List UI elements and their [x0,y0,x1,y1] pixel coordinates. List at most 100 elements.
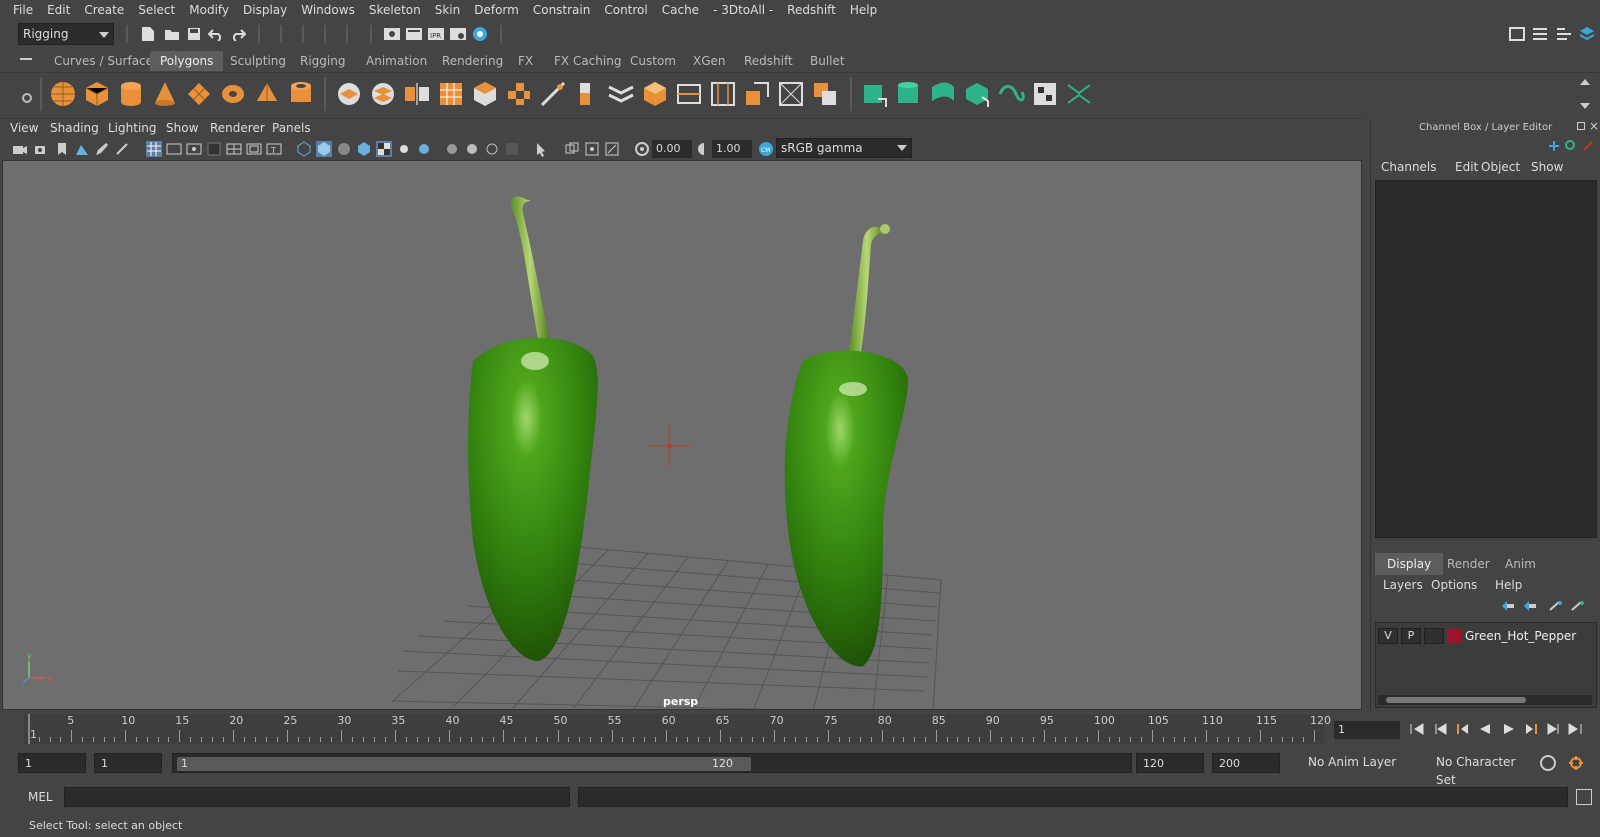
poly-pyramid-icon[interactable] [252,79,282,109]
menu-item[interactable]: Create [77,0,131,21]
smooth-icon[interactable] [436,79,466,109]
menu-item[interactable]: File [6,0,40,21]
uv-planar-icon[interactable] [962,79,992,109]
field-chart-icon[interactable] [226,141,242,157]
color-management-icon[interactable]: CM [758,141,774,157]
tool-settings-toggle-icon[interactable] [1554,24,1574,44]
use-all-lights-icon[interactable] [396,141,412,157]
shelf-settings-gear-icon[interactable] [22,93,32,103]
uv-cylindrical-icon[interactable] [894,79,924,109]
poly-sphere-icon[interactable] [48,79,78,109]
character-set-dropdown[interactable]: No Character Set [1428,753,1532,787]
layer-display-type-toggle[interactable] [1424,628,1444,644]
options-menu[interactable]: Options [1431,578,1477,592]
shelf-tab[interactable]: FX Caching [544,51,631,71]
checker-uv-icon[interactable] [1030,79,1060,109]
gate-mask-icon[interactable] [206,141,222,157]
shelf-tab[interactable]: Sculpting [220,51,296,71]
layers-menu[interactable]: Layers [1383,578,1423,592]
camera-attributes-icon[interactable] [34,141,50,157]
viewport-menu-item[interactable]: View [10,121,38,135]
channel-box-settings-icon[interactable] [1549,140,1559,151]
menu-item[interactable]: Help [843,0,884,21]
shelf-menu-icon[interactable] [20,58,32,60]
script-editor-icon[interactable] [1576,789,1592,805]
xray-active-components-icon[interactable] [604,141,620,157]
reduce-icon[interactable] [470,79,500,109]
current-time-indicator[interactable] [28,714,30,744]
separate-icon[interactable] [368,79,398,109]
menu-item[interactable]: Select [131,0,182,21]
shelf-scroll-up-icon[interactable] [1580,79,1590,85]
animation-start-field[interactable]: 1 [18,753,86,773]
perspective-viewport[interactable]: y x persp [2,160,1362,710]
poly-cone-icon[interactable] [150,79,180,109]
safe-action-icon[interactable] [246,141,262,157]
2d-pan-zoom-icon[interactable] [114,141,130,157]
create-layer-from-selected-icon[interactable] [1571,600,1585,612]
poly-cylinder-icon[interactable] [116,79,146,109]
extrude-icon[interactable] [572,79,602,109]
depth-of-field-icon[interactable] [504,141,520,157]
film-gate-icon[interactable] [166,141,182,157]
uv-editor-icon[interactable] [1064,79,1094,109]
go-to-start-icon[interactable] [1408,720,1426,738]
step-forward-key-icon[interactable] [1522,720,1540,738]
channel-box-toggle-icon[interactable] [1577,24,1597,44]
offset-edge-loop-icon[interactable] [708,79,738,109]
shadows-icon[interactable] [416,141,432,157]
menu-item[interactable]: - 3DtoAll - [706,0,780,21]
uv-unfold-icon[interactable] [996,79,1026,109]
bookmark-icon[interactable] [54,141,70,157]
poly-plane-icon[interactable] [184,79,214,109]
menu-item[interactable]: Redshift [780,0,843,21]
menu-item[interactable]: Modify [182,0,236,21]
remesh-icon[interactable] [504,79,534,109]
render-settings-icon[interactable] [448,24,468,44]
help-menu[interactable]: Help [1495,578,1522,592]
shelf-tab[interactable]: FX [508,51,543,71]
anti-aliasing-icon[interactable] [484,141,500,157]
wireframe-on-shaded-icon[interactable] [356,141,372,157]
shelf-tab[interactable]: XGen [683,51,736,71]
boolean-icon[interactable] [810,79,840,109]
channels-menu[interactable]: Channels [1381,160,1437,174]
exposure-field[interactable]: 0.00 [652,140,692,158]
tool-settings-icon[interactable] [1583,140,1593,151]
resolution-gate-icon[interactable] [186,141,202,157]
layer-row[interactable]: V P Green_Hot_Pepper [1378,627,1594,645]
xray-icon[interactable] [564,141,580,157]
move-layer-down-icon[interactable] [1523,600,1537,612]
play-backwards-icon[interactable] [1476,720,1494,738]
screen-space-ao-icon[interactable] [444,141,460,157]
smooth-shade-icon[interactable] [316,141,332,157]
ipr-render-icon[interactable]: IPR [426,24,446,44]
time-slider-track[interactable]: 1 5 10 15 20 25 30 35 40 45 50 55 60 65 70 75 80 85 90 95 10… [24,714,1331,744]
xray-joints-icon[interactable] [584,141,600,157]
step-forward-frame-icon[interactable] [1544,720,1562,738]
attribute-editor-icon[interactable] [1565,140,1575,150]
redo-icon[interactable] [228,24,248,44]
shelf-tab[interactable]: Bullet [800,51,855,71]
go-to-end-icon[interactable] [1566,720,1584,738]
menu-item[interactable]: Skin [428,0,468,21]
play-forwards-icon[interactable] [1500,720,1518,738]
menu-item[interactable]: Cache [655,0,706,21]
move-layer-up-icon[interactable] [1501,600,1515,612]
menu-item[interactable]: Control [597,0,654,21]
tab-display[interactable]: Display [1375,553,1444,575]
menu-item[interactable]: Edit [40,0,77,21]
shelf-tab[interactable]: Rendering [432,51,513,71]
hypershade-icon[interactable] [470,24,490,44]
tab-anim[interactable]: Anim [1493,553,1548,575]
show-menu[interactable]: Show [1531,160,1563,174]
anim-layer-dropdown[interactable]: No Anim Layer [1300,753,1422,773]
menu-item[interactable]: Display [236,0,294,21]
menu-item[interactable]: Deform [467,0,526,21]
viewport-menu-item[interactable]: Show [166,121,198,135]
uv-automatic-icon[interactable] [860,79,890,109]
undo-icon[interactable] [206,24,226,44]
poly-pipe-icon[interactable] [286,79,316,109]
playback-start-field[interactable]: 1 [94,753,162,773]
shelf-tab[interactable]: Custom [620,51,686,71]
